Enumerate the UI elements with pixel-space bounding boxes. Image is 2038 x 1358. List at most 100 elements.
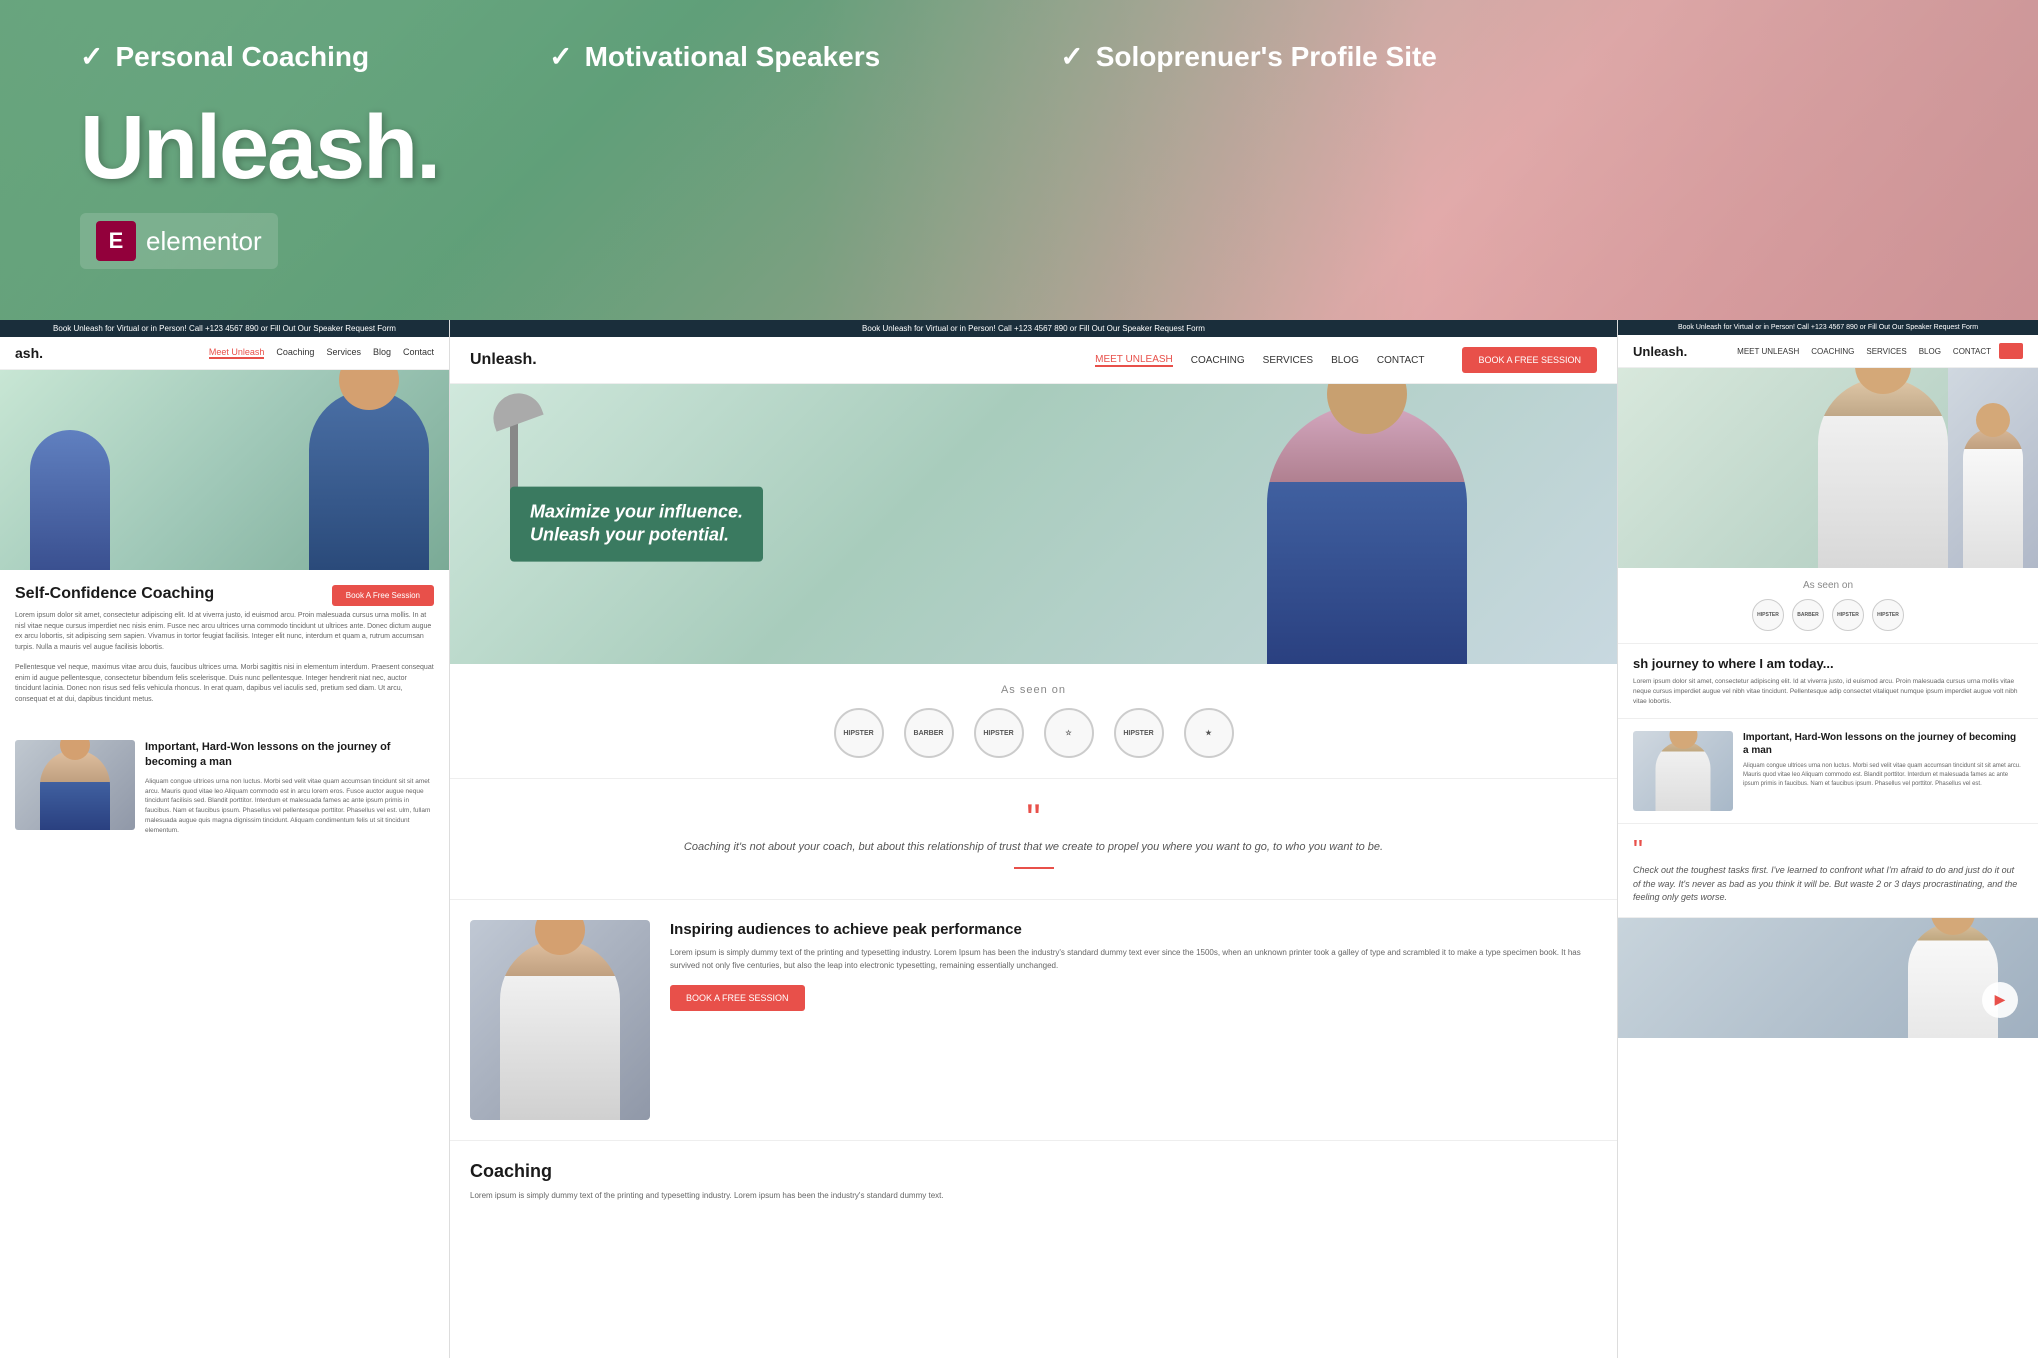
left-blog-content: Important, Hard-Won lessons on the journ… [145, 740, 434, 835]
left-section-content: Self-Confidence Coaching Book A Free Ses… [0, 570, 449, 730]
right-badge-3: HIPSTER [1832, 599, 1864, 631]
right-topbar: Book Unleash for Virtual or in Person! C… [1618, 320, 2038, 335]
left-person2 [30, 430, 110, 570]
hero-brand: Unleash. [80, 103, 1958, 193]
left-blog-section: Important, Hard-Won lessons on the journ… [0, 730, 449, 845]
left-nav-coaching[interactable]: Coaching [276, 347, 314, 359]
elementor-text: elementor [146, 226, 262, 257]
middle-coaching: Coaching Lorem ipsum is simply dummy tex… [450, 1140, 1617, 1223]
right-as-seen-title: As seen on [1633, 580, 2023, 591]
sidebar-person [1963, 428, 2023, 568]
hero-badge-3-label: Soloprenuer's Profile Site [1096, 41, 1437, 73]
middle-as-seen-title: As seen on [470, 684, 1597, 696]
right-as-seen: As seen on HIPSTER BARBER HIPSTER HIPSTE… [1618, 568, 2038, 644]
middle-quote: " Coaching it's not about your coach, bu… [450, 779, 1617, 900]
checkmark-2: ✓ [549, 40, 572, 73]
right-journey-text: Lorem ipsum dolor sit amet, consectetur … [1633, 677, 2023, 706]
right-nav-services[interactable]: SERVICES [1866, 347, 1906, 356]
middle-inspiring-content: Inspiring audiences to achieve peak perf… [670, 920, 1597, 1120]
right-blog-title: Important, Hard-Won lessons on the journ… [1743, 731, 2023, 757]
hero-line1: Maximize your influence. [530, 502, 743, 522]
right-blog-text: Aliquam congue ultrices urna non luctus.… [1743, 762, 2023, 789]
middle-inspiring-img [470, 920, 650, 1120]
play-button[interactable]: ▶ [1982, 982, 2018, 1018]
right-logo: Unleash. [1633, 344, 1687, 359]
right-nav-contact[interactable]: CONTACT [1953, 347, 1991, 356]
right-nav-links: MEET UNLEASH COACHING SERVICES BLOG CONT… [1737, 347, 1991, 356]
right-hero-main [1618, 368, 1948, 568]
middle-badges-row: HIPSTER BARBER HIPSTER ☆ HIPSTER ★ [470, 708, 1597, 758]
preview-left: Book Unleash for Virtual or in Person! C… [0, 320, 450, 1358]
middle-nav: Unleash. MEET UNLEASH COACHING SERVICES … [450, 337, 1617, 384]
right-bottom-person [1908, 923, 1998, 1038]
right-blog-content: Important, Hard-Won lessons on the journ… [1743, 731, 2023, 811]
right-hero-area [1618, 368, 2038, 568]
middle-nav-services[interactable]: SERVICES [1263, 355, 1313, 366]
left-nav-blog[interactable]: Blog [373, 347, 391, 359]
right-nav-coaching[interactable]: COACHING [1811, 347, 1854, 356]
right-nav-meetunleash[interactable]: MEET UNLEASH [1737, 347, 1799, 356]
middle-nav-coaching[interactable]: COACHING [1191, 355, 1245, 366]
hero-content: ✓ Personal Coaching ✓ Motivational Speak… [80, 40, 1958, 269]
hero-badge-1: ✓ Personal Coaching [80, 40, 369, 73]
checkmark-1: ✓ [80, 40, 103, 73]
hero-badges: ✓ Personal Coaching ✓ Motivational Speak… [80, 40, 1958, 73]
middle-coaching-text: Lorem ipsum is simply dummy text of the … [470, 1190, 1597, 1203]
right-quote-text: Check out the toughest tasks first. I've… [1633, 864, 2023, 905]
badge-4: ☆ [1044, 708, 1094, 758]
badge-2: BARBER [904, 708, 954, 758]
middle-nav-meetunleash[interactable]: MEET UNLEASH [1095, 354, 1173, 367]
hero-badge-2: ✓ Motivational Speakers [549, 40, 880, 73]
badge-1: HIPSTER [834, 708, 884, 758]
right-bottom-img: ▶ [1618, 918, 2038, 1038]
middle-inspiring: Inspiring audiences to achieve peak perf… [450, 900, 1617, 1140]
left-nav-services[interactable]: Services [326, 347, 361, 359]
hero-badge-3: ✓ Soloprenuer's Profile Site [1060, 40, 1437, 73]
left-section-text: Lorem ipsum dolor sit amet, consectetur … [15, 611, 434, 653]
left-section-text2: Pellentesque vel neque, maximus vitae ar… [15, 663, 434, 705]
middle-as-seen: As seen on HIPSTER BARBER HIPSTER ☆ HIPS… [450, 664, 1617, 779]
hero-badge-1-label: Personal Coaching [115, 41, 369, 73]
badge-5: HIPSTER [1114, 708, 1164, 758]
middle-nav-blog[interactable]: BLOG [1331, 355, 1359, 366]
preview-right: Book Unleash for Virtual or in Person! C… [1618, 320, 2038, 1358]
previews-container: Book Unleash for Virtual or in Person! C… [0, 320, 2038, 1358]
left-hero-img [0, 370, 449, 570]
right-blog: Important, Hard-Won lessons on the journ… [1618, 719, 2038, 824]
right-badge-1: HIPSTER [1752, 599, 1784, 631]
right-sidebar-img [1948, 368, 2038, 568]
right-quote-mark: " [1633, 836, 2023, 864]
middle-nav-links: MEET UNLEASH COACHING SERVICES BLOG CONT… [1095, 347, 1597, 373]
middle-hero-person [1267, 404, 1467, 664]
left-blog-img [15, 740, 135, 830]
right-nav-menu-icon[interactable] [1999, 343, 2023, 359]
middle-nav-contact[interactable]: CONTACT [1377, 355, 1425, 366]
left-blog-title: Important, Hard-Won lessons on the journ… [145, 740, 434, 771]
middle-book-btn[interactable]: BOOK A FREE SESSION [1462, 347, 1597, 373]
preview-middle: Book Unleash for Virtual or in Person! C… [450, 320, 1618, 1358]
middle-topbar: Book Unleash for Virtual or in Person! C… [450, 320, 1617, 337]
middle-logo: Unleash. [470, 351, 537, 369]
left-nav-contact[interactable]: Contact [403, 347, 434, 359]
hero-section: ✓ Personal Coaching ✓ Motivational Speak… [0, 0, 2038, 320]
right-badge-2: BARBER [1792, 599, 1824, 631]
elementor-badge: E elementor [80, 213, 278, 269]
lamp-head [486, 386, 543, 431]
middle-book-session-btn[interactable]: BOOK A FREE SESSION [670, 985, 805, 1011]
right-quote: " Check out the toughest tasks first. I'… [1618, 824, 2038, 918]
elementor-icon: E [96, 221, 136, 261]
middle-hero-text: Maximize your influence. Unleash your po… [510, 487, 763, 562]
middle-inspiring-text: Lorem ipsum is simply dummy text of the … [670, 947, 1597, 973]
hero-line2: Unleash your potential. [530, 525, 729, 545]
badge-6: ★ [1184, 708, 1234, 758]
middle-coaching-title: Coaching [470, 1161, 1597, 1182]
right-journey-title: sh journey to where I am today... [1633, 656, 2023, 671]
left-nav-meetunleash[interactable]: Meet Unleash [209, 347, 265, 359]
right-blog-img [1633, 731, 1733, 811]
right-badges-row: HIPSTER BARBER HIPSTER HIPSTER [1633, 599, 2023, 631]
badge-3: HIPSTER [974, 708, 1024, 758]
right-badge-4: HIPSTER [1872, 599, 1904, 631]
left-book-btn[interactable]: Book A Free Session [332, 585, 434, 606]
right-hero-sidebar [1948, 368, 2038, 568]
right-nav-blog[interactable]: BLOG [1919, 347, 1941, 356]
